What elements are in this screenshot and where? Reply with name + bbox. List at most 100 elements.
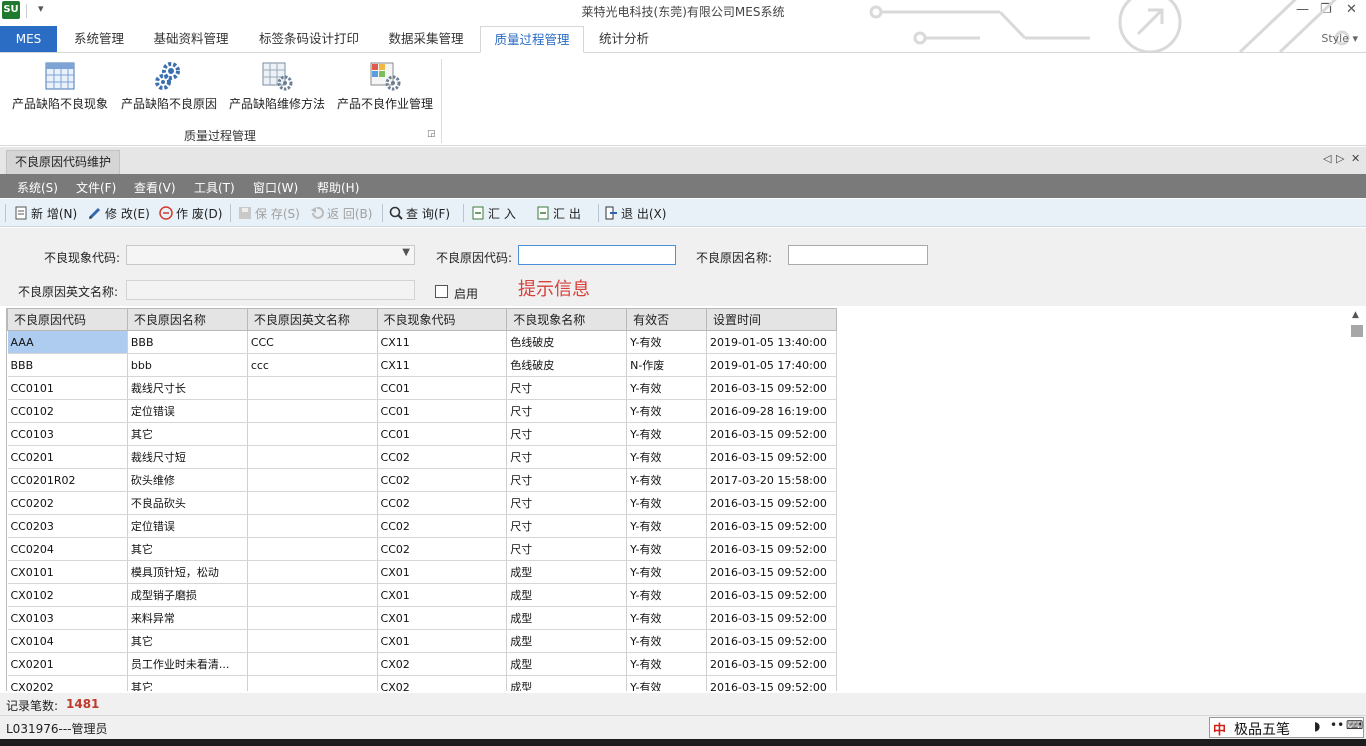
table-cell[interactable]: 2016-03-15 09:52:00: [706, 537, 837, 561]
enable-checkbox[interactable]: [435, 285, 448, 298]
tab-statistics[interactable]: 统计分析: [588, 26, 660, 53]
reason-english-name-input[interactable]: [126, 280, 415, 300]
table-cell[interactable]: Y-有效: [626, 376, 707, 400]
menu-file[interactable]: 文件(F): [76, 179, 116, 196]
table-cell[interactable]: 2016-03-15 09:52:00: [706, 629, 837, 653]
column-header[interactable]: 有效否: [626, 308, 707, 331]
table-cell[interactable]: CX0202: [7, 675, 128, 691]
scroll-up-arrow-icon[interactable]: ▲: [1352, 310, 1359, 320]
table-cell[interactable]: 其它: [127, 537, 248, 561]
table-cell[interactable]: CC01: [377, 399, 508, 423]
table-cell[interactable]: Y-有效: [626, 491, 707, 515]
table-cell[interactable]: Y-有效: [626, 675, 707, 691]
table-cell[interactable]: [247, 445, 378, 469]
ime-toolbar[interactable]: 中 极品五笔 ◗ •• ⌨: [1209, 717, 1364, 738]
reason-code-grid[interactable]: 不良原因代码 不良原因名称 不良原因英文名称 不良现象代码 不良现象名称 有效否…: [6, 308, 837, 691]
table-cell[interactable]: 尺寸: [506, 537, 628, 561]
table-row[interactable]: CC0201 裁线尺寸短 CC02 尺寸 Y-有效 2016-03-15 09:52:00: [7, 445, 837, 469]
menu-help[interactable]: 帮助(H): [317, 179, 359, 196]
tab-scroll-left-icon[interactable]: ◁: [1323, 152, 1331, 165]
table-cell[interactable]: CX01: [377, 629, 508, 653]
column-header[interactable]: 设置时间: [706, 308, 837, 331]
table-cell[interactable]: CC01: [377, 422, 508, 446]
table-cell[interactable]: 成型: [506, 560, 628, 584]
column-header[interactable]: 不良现象代码: [376, 308, 508, 331]
table-cell[interactable]: [247, 629, 378, 653]
table-cell[interactable]: Y-有效: [626, 445, 707, 469]
table-cell[interactable]: AAA: [7, 330, 128, 354]
table-cell[interactable]: 2016-03-15 09:52:00: [706, 376, 837, 400]
back-button[interactable]: 返 回(B): [310, 205, 372, 222]
table-row[interactable]: CX0104 其它 CX01 成型 Y-有效 2016-03-15 09:52:00: [7, 629, 837, 653]
export-button[interactable]: 汇 出: [536, 205, 581, 222]
table-cell[interactable]: [247, 399, 378, 423]
table-cell[interactable]: N-作废: [626, 353, 707, 377]
table-cell[interactable]: CC02: [377, 514, 508, 538]
reason-name-input[interactable]: [788, 245, 928, 265]
scroll-thumb[interactable]: [1351, 325, 1363, 337]
table-cell[interactable]: 不良品砍头: [127, 491, 248, 515]
table-cell[interactable]: CX0104: [7, 629, 128, 653]
table-cell[interactable]: bbb: [127, 353, 248, 377]
table-cell[interactable]: Y-有效: [626, 330, 707, 354]
table-cell[interactable]: 模具顶针短，松动: [127, 560, 248, 584]
phenomenon-code-select[interactable]: ▼: [126, 245, 415, 265]
close-document-icon[interactable]: ✕: [1351, 152, 1360, 165]
table-row[interactable]: CC0103 其它 CC01 尺寸 Y-有效 2016-03-15 09:52:00: [7, 422, 837, 446]
menu-view[interactable]: 查看(V): [134, 179, 176, 196]
table-cell[interactable]: BBB: [7, 353, 128, 377]
table-cell[interactable]: Y-有效: [626, 583, 707, 607]
table-cell[interactable]: CC0204: [7, 537, 128, 561]
table-row[interactable]: CX0202 其它 CX02 成型 Y-有效 2016-03-15 09:52:00: [7, 675, 837, 691]
table-cell[interactable]: 成型销子磨损: [127, 583, 248, 607]
table-cell[interactable]: 尺寸: [506, 468, 628, 492]
table-row[interactable]: AAA BBB CCC CX11 色线破皮 Y-有效 2019-01-05 13:40:00: [7, 330, 837, 354]
table-row[interactable]: CC0204 其它 CC02 尺寸 Y-有效 2016-03-15 09:52:00: [7, 537, 837, 561]
group-launcher-icon[interactable]: ◲: [427, 129, 436, 139]
void-button[interactable]: 作 废(D): [159, 205, 222, 222]
exit-button[interactable]: 退 出(X): [604, 205, 666, 222]
menu-system[interactable]: 系统(S): [17, 179, 58, 196]
table-cell[interactable]: CX02: [377, 675, 508, 691]
table-cell[interactable]: 其它: [127, 422, 248, 446]
vertical-scrollbar[interactable]: ▲: [1350, 308, 1364, 691]
table-cell[interactable]: CC0201R02: [7, 468, 128, 492]
table-cell[interactable]: [247, 560, 378, 584]
table-cell[interactable]: [247, 422, 378, 446]
table-cell[interactable]: 色线破皮: [506, 353, 628, 377]
table-cell[interactable]: CX01: [377, 560, 508, 584]
table-row[interactable]: CC0201R02 砍头维修 CC02 尺寸 Y-有效 2017-03-20 15:58:…: [7, 468, 837, 492]
table-cell[interactable]: CC02: [377, 445, 508, 469]
table-cell[interactable]: 尺寸: [506, 422, 628, 446]
table-cell[interactable]: CC02: [377, 468, 508, 492]
table-cell[interactable]: 其它: [127, 629, 248, 653]
table-cell[interactable]: 成型: [506, 606, 628, 630]
table-cell[interactable]: 2016-03-15 09:52:00: [706, 560, 837, 584]
table-cell[interactable]: 2016-03-15 09:52:00: [706, 445, 837, 469]
table-row[interactable]: BBB bbb ccc CX11 色线破皮 N-作废 2019-01-05 17:40:00: [7, 353, 837, 377]
defect-repair-method-button[interactable]: 产品缺陷维修方法: [226, 61, 328, 112]
table-cell[interactable]: 裁线尺寸长: [127, 376, 248, 400]
table-cell[interactable]: BBB: [127, 330, 248, 354]
table-cell[interactable]: CX02: [377, 652, 508, 676]
table-cell[interactable]: Y-有效: [626, 422, 707, 446]
table-cell[interactable]: 员工作业时未看清...: [127, 652, 248, 676]
column-header[interactable]: 不良现象名称: [506, 308, 628, 331]
table-cell[interactable]: Y-有效: [626, 468, 707, 492]
table-cell[interactable]: CC01: [377, 376, 508, 400]
table-cell[interactable]: 砍头维修: [127, 468, 248, 492]
defect-operation-management-button[interactable]: 产品不良作业管理: [334, 61, 436, 112]
table-cell[interactable]: CX01: [377, 583, 508, 607]
table-cell[interactable]: 成型: [506, 652, 628, 676]
tab-data-collection[interactable]: 数据采集管理: [376, 26, 476, 53]
table-cell[interactable]: CC02: [377, 537, 508, 561]
table-cell[interactable]: CC02: [377, 491, 508, 515]
table-cell[interactable]: [247, 537, 378, 561]
ime-punct-icon[interactable]: ••: [1330, 718, 1344, 732]
table-cell[interactable]: [247, 652, 378, 676]
menu-tools[interactable]: 工具(T): [194, 179, 235, 196]
reason-code-input[interactable]: [518, 245, 676, 265]
table-cell[interactable]: 2019-01-05 17:40:00: [706, 353, 837, 377]
column-header[interactable]: 不良原因英文名称: [246, 308, 378, 331]
table-cell[interactable]: ccc: [247, 353, 378, 377]
